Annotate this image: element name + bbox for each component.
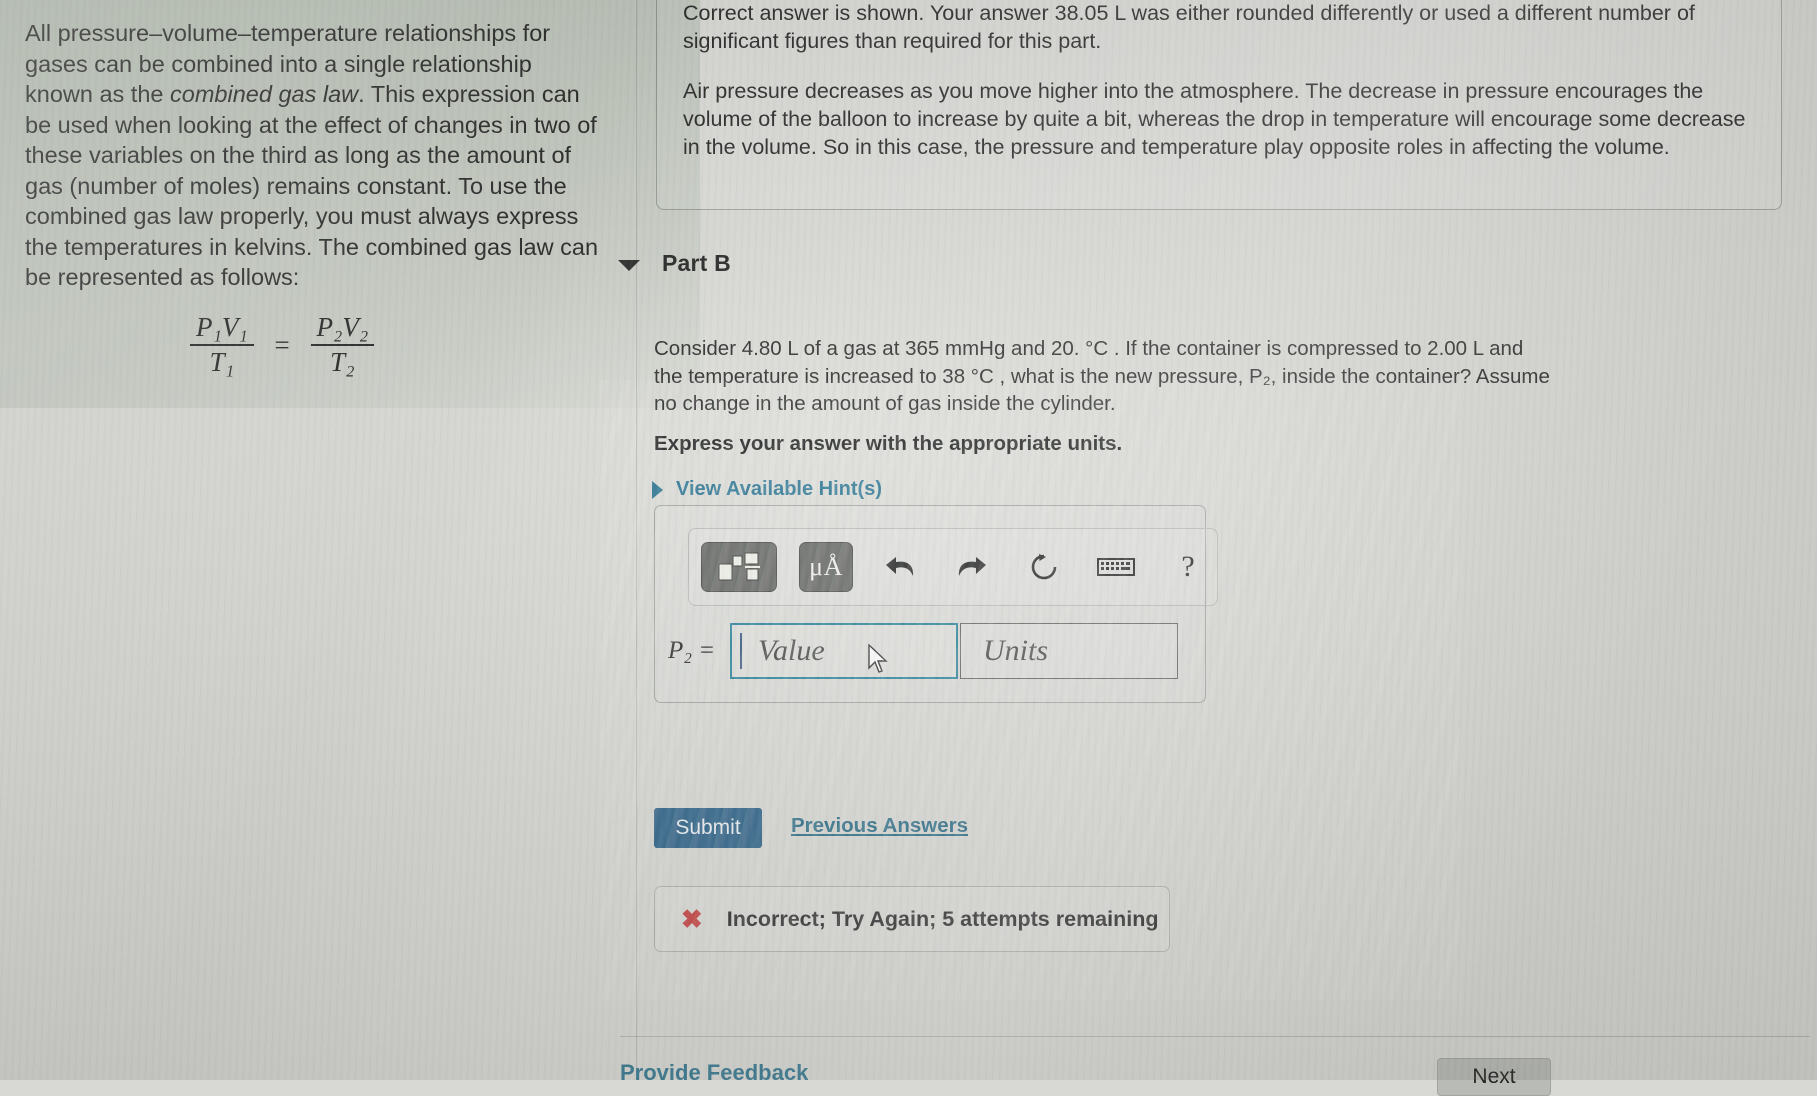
problem-column: Correct answer is shown. Your answer 38.… [618, 0, 1817, 1096]
template-math-glyph [718, 552, 760, 581]
explanation-paragraph: All pressure–volume–temperature relation… [25, 18, 605, 293]
mouse-cursor-icon [868, 644, 888, 673]
combined-gas-law-term: combined gas law [170, 81, 359, 107]
help-glyph: ? [1181, 550, 1195, 583]
value-placeholder: Value [758, 634, 825, 667]
formula-right-denominator: T₂ [310, 344, 375, 378]
x-mark-icon: ✖ [681, 904, 703, 934]
correct-answer-line-2: Air pressure decreases as you move highe… [683, 79, 1746, 159]
combined-gas-law-formula: P₁V₁ T₁ = P₂V₂ T₂ [190, 312, 375, 378]
question-text: Consider 4.80 L of a gas at 365 mmHg and… [654, 337, 1550, 415]
formula-right-numerator: P₂V₂ [316, 312, 369, 342]
part-b-header[interactable]: Part B [618, 250, 1038, 277]
footer-divider [620, 1036, 1810, 1037]
submit-label: Submit [675, 816, 741, 839]
previous-answers-link[interactable]: Previous Answers [791, 814, 968, 838]
undo-icon[interactable] [875, 543, 925, 591]
provide-feedback-link[interactable]: Provide Feedback [620, 1060, 808, 1080]
next-label: Next [1472, 1065, 1516, 1088]
keyboard-icon[interactable] [1091, 543, 1141, 591]
units-micro-angstrom-icon[interactable]: μÅ [799, 542, 853, 592]
answer-toolbar: μÅ ? [688, 528, 1218, 606]
units-label: μÅ [809, 552, 843, 581]
triangle-right-icon[interactable] [652, 480, 663, 499]
variable-label: P₂ = [668, 637, 716, 664]
units-input[interactable]: Units [960, 623, 1178, 679]
submit-button[interactable]: Submit [654, 808, 762, 848]
formula-left-fraction: P₁V₁ T₁ [190, 312, 254, 378]
template-math-icon[interactable] [701, 542, 777, 592]
redo-icon[interactable] [947, 543, 997, 591]
help-icon[interactable]: ? [1163, 543, 1213, 591]
triangle-down-icon[interactable] [618, 259, 640, 271]
answer-instruction: Express your answer with the appropriate… [654, 432, 1123, 455]
undo-glyph [886, 557, 914, 576]
answer-input-row: P₂ = Value Units [668, 620, 1188, 682]
formula-left-denominator: T₁ [190, 344, 254, 378]
formula-left-numerator: P₁V₁ [196, 312, 248, 342]
feedback-message: Incorrect; Try Again; 5 attempts remaini… [726, 906, 1159, 931]
explanation-text-part2: . This expression can be used when looki… [25, 81, 599, 290]
next-button[interactable]: Next [1437, 1058, 1551, 1096]
previous-answers-label: Previous Answers [791, 814, 968, 837]
formula-right-fraction: P₂V₂ T₂ [310, 312, 375, 378]
explanation-panel: All pressure–volume–temperature relation… [0, 0, 636, 1080]
view-hints-link[interactable]: View Available Hint(s) [652, 478, 882, 501]
view-hints-label: View Available Hint(s) [676, 478, 882, 500]
provide-feedback-label: Provide Feedback [620, 1060, 809, 1080]
reset-glyph [1031, 554, 1057, 580]
correct-answer-feedback-box: Correct answer is shown. Your answer 38.… [656, 0, 1782, 210]
text-caret [740, 633, 742, 669]
units-placeholder: Units [983, 634, 1049, 667]
correct-answer-line-1: Correct answer is shown. Your answer 38.… [683, 1, 1695, 53]
part-b-title: Part B [662, 250, 731, 276]
attempt-feedback-box: ✖ Incorrect; Try Again; 5 attempts remai… [654, 886, 1170, 952]
redo-glyph [958, 557, 986, 576]
formula-equals-sign: = [274, 329, 290, 360]
keyboard-glyph [1097, 558, 1135, 576]
value-input[interactable]: Value [730, 623, 958, 679]
reset-icon[interactable] [1019, 543, 1069, 591]
